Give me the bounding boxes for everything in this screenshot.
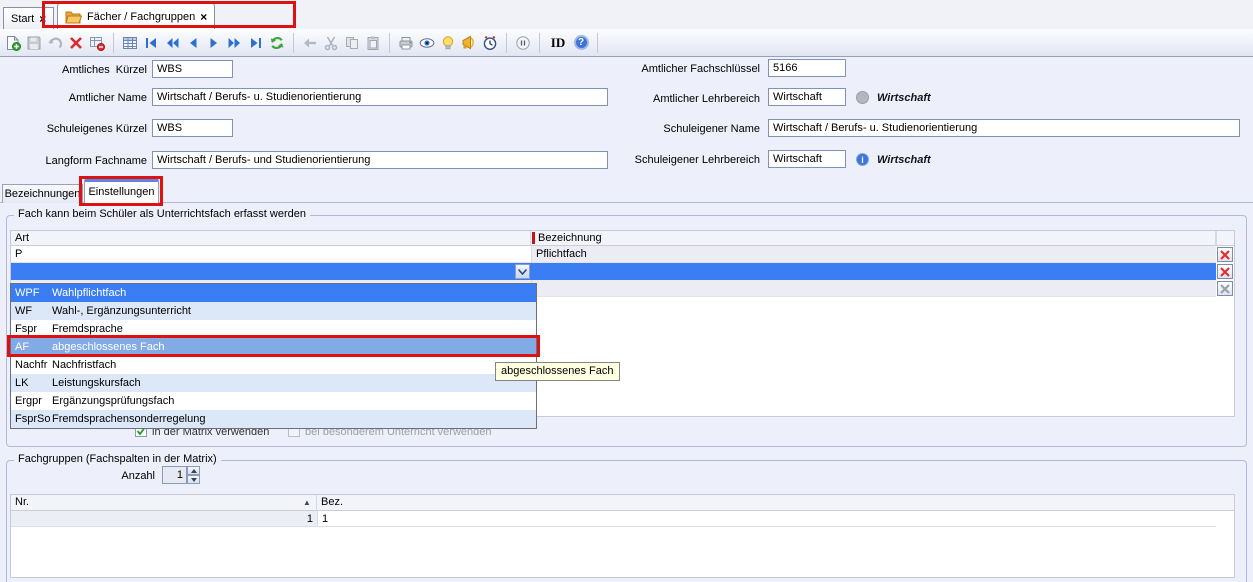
cell-bezeichnung-row3[interactable] (531, 280, 1216, 297)
toolbar-separator (506, 33, 507, 53)
input-amtlicher-name[interactable]: Wirtschaft / Berufs- u. Studienorientier… (152, 88, 608, 106)
dropdown-item-fsprso[interactable]: FsprSoFremdsprachensonderregelung (11, 410, 536, 428)
fachgruppen-table: Nr. ▲ Bez. 1 1 (10, 494, 1235, 578)
cell-bezeichnung-row1[interactable]: Pflichtfach (531, 246, 1216, 263)
toolbar-separator (113, 33, 114, 53)
toolbar-separator (293, 33, 294, 53)
annotation-tab (42, 1, 296, 28)
column-header-nr[interactable]: Nr. (11, 495, 317, 511)
column-header-actions (1216, 231, 1235, 246)
pause-options-icon[interactable] (514, 34, 532, 52)
label-amtliches-kuerzel: Amtliches Kürzel (0, 64, 147, 76)
nav-next-page-icon[interactable] (226, 34, 244, 52)
label-amtlicher-name: Amtlicher Name (0, 92, 147, 104)
hint-bulb-icon[interactable] (439, 34, 457, 52)
notification-horn-icon[interactable] (460, 34, 478, 52)
paste-icon[interactable] (364, 34, 382, 52)
refresh-icon[interactable] (268, 34, 286, 52)
label-schuleigener-lehrbereich: Schuleigener Lehrbereich (560, 154, 760, 166)
column-header-bezeichnung[interactable]: Bezeichnung (535, 231, 1216, 246)
selected-row[interactable] (11, 263, 1216, 280)
toolbar-separator (597, 33, 598, 53)
anzahl-stepper: 1 (162, 466, 200, 484)
schuleigener-lehrbereich-hint: Wirtschaft (877, 154, 931, 166)
undo-icon[interactable] (46, 34, 64, 52)
anzahl-value[interactable]: 1 (162, 466, 187, 484)
tooltip-abgeschlossenes-fach: abgeschlossenes Fach (495, 362, 620, 381)
cell-nr-row1[interactable]: 1 (11, 511, 317, 527)
reminder-clock-icon[interactable] (481, 34, 499, 52)
toolbar-separator (539, 33, 540, 53)
toolbar-separator (389, 33, 390, 53)
grid-view-icon[interactable] (121, 34, 139, 52)
nav-prev-icon[interactable] (184, 34, 202, 52)
label-amtlicher-lehrbereich: Amtlicher Lehrbereich (560, 93, 760, 105)
info-icon-gray (856, 91, 869, 104)
delete-row1-button[interactable] (1217, 247, 1233, 262)
column-header-bez[interactable]: Bez. (317, 495, 1216, 511)
back-arrow-icon[interactable] (301, 34, 319, 52)
print-icon[interactable] (397, 34, 415, 52)
label-amtlicher-fachschluessel: Amtlicher Fachschlüssel (560, 63, 760, 75)
delete-row3-button-disabled (1217, 281, 1233, 296)
table-header-row: Nr. ▲ Bez. (11, 495, 1234, 511)
dropdown-item-nachfr[interactable]: NachfrNachfristfach (11, 356, 536, 374)
column-header-art[interactable]: Art (11, 231, 531, 246)
sort-ascending-icon: ▲ (303, 498, 311, 507)
info-icon-blue[interactable]: i (856, 153, 869, 166)
dropdown-item-wf[interactable]: WFWahl-, Ergänzungsunterricht (11, 302, 536, 320)
dropdown-item-lk[interactable]: LKLeistungskursfach (11, 374, 536, 392)
annotation-af-item (7, 335, 540, 357)
label-anzahl: Anzahl (40, 470, 155, 482)
application-window: Start × Fächer / Fachgruppen × (0, 0, 1253, 582)
delete-icon[interactable] (67, 34, 85, 52)
copy-icon[interactable] (343, 34, 361, 52)
toolbar: ID ? (0, 29, 1253, 57)
cell-art-row1[interactable]: P (11, 246, 531, 263)
annotation-einstellungen (79, 176, 163, 206)
new-record-icon[interactable] (4, 34, 22, 52)
label-schuleigener-name: Schuleigener Name (560, 123, 760, 135)
nav-prev-page-icon[interactable] (163, 34, 181, 52)
input-langform-fachname[interactable]: Wirtschaft / Berufs- und Studienorientie… (152, 151, 608, 169)
groupbox-fachgruppen-title: Fachgruppen (Fachspalten in der Matrix) (14, 453, 221, 465)
input-schuleigener-name[interactable]: Wirtschaft / Berufs- u. Studienorientier… (768, 119, 1240, 137)
input-schuleigener-lehrbereich[interactable]: Wirtschaft (768, 150, 846, 168)
amtlicher-lehrbereich-hint: Wirtschaft (877, 92, 931, 104)
anzahl-up-button[interactable] (187, 466, 200, 475)
input-amtlicher-lehrbereich[interactable]: Wirtschaft (768, 88, 846, 106)
dropdown-item-ergpr[interactable]: ErgprErgänzungsprüfungsfach (11, 392, 536, 410)
nav-last-icon[interactable] (247, 34, 265, 52)
anzahl-down-button[interactable] (187, 475, 200, 484)
id-button[interactable]: ID (547, 34, 569, 52)
input-schuleigenes-kuerzel[interactable]: WBS (152, 119, 233, 137)
subtab-baseline (0, 202, 1253, 203)
dataset-remove-icon[interactable] (88, 34, 106, 52)
delete-row2-button[interactable] (1217, 264, 1233, 279)
nav-first-icon[interactable] (142, 34, 160, 52)
preview-eye-icon[interactable] (418, 34, 436, 52)
tab-bezeichnungen[interactable]: Bezeichnungen (2, 184, 83, 203)
tab-start-label: Start (11, 13, 34, 25)
help-icon[interactable]: ? (572, 34, 590, 52)
input-amtlicher-fachschluessel[interactable]: 5166 (768, 59, 846, 77)
cell-bez-row1[interactable]: 1 (317, 511, 1216, 527)
cut-icon[interactable] (322, 34, 340, 52)
input-amtliches-kuerzel[interactable]: WBS (152, 60, 233, 78)
nav-next-icon[interactable] (205, 34, 223, 52)
label-schuleigenes-kuerzel: Schuleigenes Kürzel (0, 123, 147, 135)
document-tabbar: Start × Fächer / Fachgruppen × (0, 0, 1253, 29)
dropdown-item-wpf[interactable]: WPFWahlpflichtfach (11, 284, 536, 302)
groupbox-unterrichtsfach-title: Fach kann beim Schüler als Unterrichtsfa… (14, 208, 310, 220)
table-header-row: Art Bezeichnung (11, 231, 1234, 246)
save-icon[interactable] (25, 34, 43, 52)
label-langform-fachname: Langform Fachname (0, 155, 147, 167)
combobox-dropdown-button[interactable] (515, 264, 530, 279)
